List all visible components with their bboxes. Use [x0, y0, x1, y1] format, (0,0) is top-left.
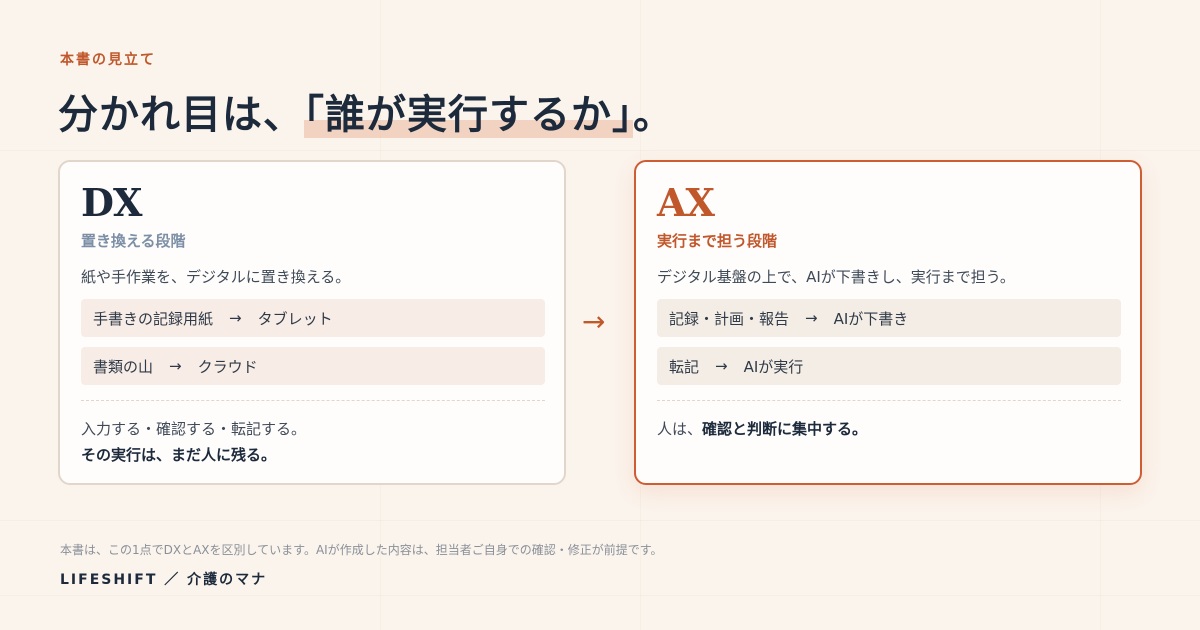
dx-description: 紙や手作業を、デジタルに置き換える。 [81, 268, 351, 286]
page-headline: 分かれ目は、「誰が実行するか」。 [58, 82, 674, 140]
arrow-right-icon: → [715, 357, 728, 375]
ax-row-from: 転記 [669, 357, 700, 376]
disclaimer-note: 本書は、この1点でDXとAXを区別しています。AIが作成した内容は、担当者ご自身… [60, 543, 663, 557]
dx-footer-line2: その実行は、まだ人に残る。 [81, 446, 277, 464]
headline-tail: 。 [633, 91, 674, 138]
background-grid-line [0, 150, 1200, 151]
brand-credit: LIFESHIFT ／ 介護のマナ [60, 572, 268, 588]
ax-row-to: AIが下書き [833, 309, 909, 328]
ax-example-row: 記録・計画・報告 → AIが下書き [657, 299, 1121, 337]
dx-row-from: 手書きの記録用紙 [93, 309, 214, 328]
ax-footer-prefix: 人は、 [657, 420, 703, 438]
ax-example-row: 転記 → AIが実行 [657, 347, 1121, 385]
dx-footer-line1: 入力する・確認する・転記する。 [81, 420, 307, 438]
headline-lead: 分かれ目は、 [58, 91, 304, 138]
ax-subtitle: 実行まで担う段階 [657, 232, 778, 250]
ax-footer-emphasis: 確認と判断に集中する。 [702, 420, 868, 438]
dx-divider [81, 400, 545, 401]
headline-highlight: 「誰が実行するか」 [304, 91, 633, 138]
arrow-right-icon: → [229, 309, 242, 327]
background-grid-line [0, 520, 1200, 521]
arrow-right-icon: → [805, 309, 818, 327]
dx-example-row: 書類の山 → クラウド [81, 347, 545, 385]
connector-arrow-icon: → [582, 305, 606, 338]
eyebrow-label: 本書の見立て [60, 52, 156, 68]
ax-card: AX 実行まで担う段階 デジタル基盤の上で、AIが下書きし、実行まで担う。 記録… [634, 160, 1142, 485]
arrow-right-icon: → [169, 357, 182, 375]
dx-example-row: 手書きの記録用紙 → タブレット [81, 299, 545, 337]
ax-footer: 人は、確認と判断に集中する。 [657, 418, 867, 439]
ax-description: デジタル基盤の上で、AIが下書きし、実行まで担う。 [657, 268, 1015, 286]
background-grid-line [0, 595, 1200, 596]
ax-title: AX [657, 180, 715, 225]
dx-title: DX [81, 180, 142, 225]
dx-row-from: 書類の山 [93, 357, 154, 376]
ax-row-from: 記録・計画・報告 [669, 309, 790, 328]
dx-row-to: クラウド [197, 357, 258, 376]
ax-row-to: AIが実行 [743, 357, 804, 376]
dx-row-to: タブレット [257, 309, 333, 328]
dx-subtitle: 置き換える段階 [81, 232, 186, 250]
ax-divider [657, 400, 1121, 401]
dx-card: DX 置き換える段階 紙や手作業を、デジタルに置き換える。 手書きの記録用紙 →… [58, 160, 566, 485]
